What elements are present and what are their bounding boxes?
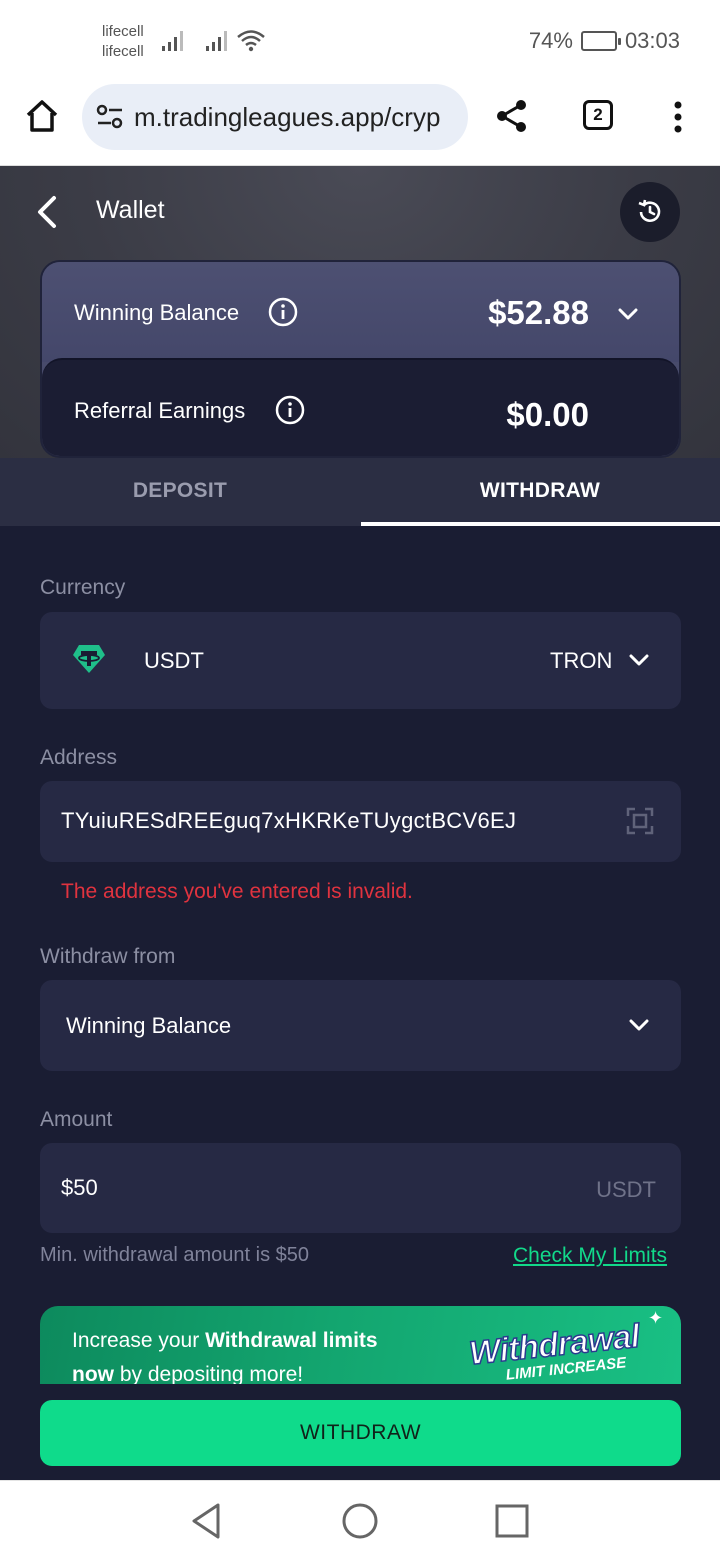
referral-earnings-label: Referral Earnings [74, 398, 246, 423]
signal-1-icon [162, 31, 183, 51]
address-label: Address [40, 746, 118, 769]
network-value: TRON [550, 648, 613, 673]
battery-percent: 74% [528, 28, 573, 53]
address-error-message: The address you've entered is invalid. [61, 880, 413, 903]
history-button[interactable] [620, 182, 680, 242]
amount-unit: USDT [596, 1177, 656, 1202]
chevron-down-icon[interactable] [627, 1013, 651, 1037]
page-title: Wallet [96, 196, 165, 224]
referral-earnings-amount: $0.00 [506, 396, 589, 433]
share-icon[interactable] [494, 98, 530, 134]
tab-withdraw[interactable]: WITHDRAW [360, 458, 720, 526]
currency-select[interactable]: USDT TRON [40, 612, 681, 709]
info-icon[interactable] [268, 297, 298, 327]
carrier-2: lifecell [102, 43, 144, 60]
recents-square-icon[interactable] [492, 1501, 532, 1541]
winning-balance-label: Winning Balance [74, 300, 240, 325]
carrier-labels: lifecell lifecell [102, 22, 144, 62]
wifi-icon [237, 30, 265, 52]
carrier-1: lifecell [102, 23, 144, 40]
wallet-screen: Wallet Winning Balance $52.88 Referral E… [0, 166, 720, 1480]
currency-label: Currency [40, 576, 126, 599]
signal-2-icon [206, 31, 227, 51]
amount-value[interactable]: $50 [61, 1175, 98, 1201]
min-withdrawal-hint: Min. withdrawal amount is $50 [40, 1244, 310, 1266]
info-icon[interactable] [275, 395, 305, 425]
promo-badge: Withdrawal LIMIT INCREASE [467, 1314, 672, 1384]
back-triangle-icon[interactable] [186, 1501, 226, 1541]
home-circle-icon[interactable] [340, 1501, 380, 1541]
battery-icon [580, 31, 621, 51]
back-arrow-icon[interactable] [30, 194, 66, 230]
winning-balance-row[interactable]: Winning Balance $52.88 [42, 262, 679, 362]
withdraw-from-select[interactable]: Winning Balance [40, 980, 681, 1071]
currency-value: USDT [144, 648, 204, 673]
withdraw-button[interactable]: WITHDRAW [40, 1400, 681, 1466]
home-icon[interactable] [24, 98, 60, 134]
wallet-tabs: DEPOSIT WITHDRAW [0, 458, 720, 526]
amount-input[interactable]: $50 USDT [40, 1143, 681, 1233]
active-tab-indicator [361, 522, 720, 526]
status-bar: lifecell lifecell 74% 03:03 [0, 0, 720, 80]
status-right: 74% 03:03 [529, 28, 680, 54]
amount-label: Amount [40, 1108, 113, 1131]
tab-deposit[interactable]: DEPOSIT [0, 458, 360, 526]
history-clock-icon [638, 199, 661, 222]
tab-switcher-button[interactable]: 2 [583, 100, 613, 130]
check-limits-link[interactable]: Check My Limits [513, 1244, 667, 1268]
site-settings-icon[interactable] [96, 104, 124, 130]
url-bar[interactable]: m.tradingleagues.app/cryp [82, 84, 468, 150]
url-text[interactable]: m.tradingleagues.app/cryp [134, 102, 440, 133]
browser-toolbar: m.tradingleagues.app/cryp 2 [0, 80, 720, 166]
address-input[interactable]: TYuiuRESdREEguq7xHKRKeTUygctBCV6EJ [40, 781, 681, 862]
tether-icon [73, 645, 105, 673]
more-menu-icon[interactable] [670, 100, 686, 134]
withdrawal-limit-promo[interactable]: Increase your Withdrawal limits now by d… [40, 1306, 681, 1384]
sparkle-icon: ✦ [648, 1308, 664, 1328]
system-nav-bar [0, 1480, 720, 1560]
chevron-down-icon[interactable] [616, 302, 640, 326]
address-value[interactable]: TYuiuRESdREEguq7xHKRKeTUygctBCV6EJ [61, 808, 516, 834]
withdraw-from-value: Winning Balance [66, 1013, 232, 1038]
winning-balance-amount: $52.88 [488, 294, 589, 331]
promo-text: Increase your Withdrawal limits now by d… [72, 1329, 378, 1384]
withdraw-from-label: Withdraw from [40, 945, 176, 968]
clock: 03:03 [624, 28, 680, 53]
chevron-down-icon[interactable] [627, 648, 651, 672]
referral-earnings-row: Referral Earnings $0.00 [42, 358, 679, 456]
balance-card: Winning Balance $52.88 Referral Earnings… [40, 260, 681, 458]
qr-scan-icon[interactable] [626, 807, 654, 835]
